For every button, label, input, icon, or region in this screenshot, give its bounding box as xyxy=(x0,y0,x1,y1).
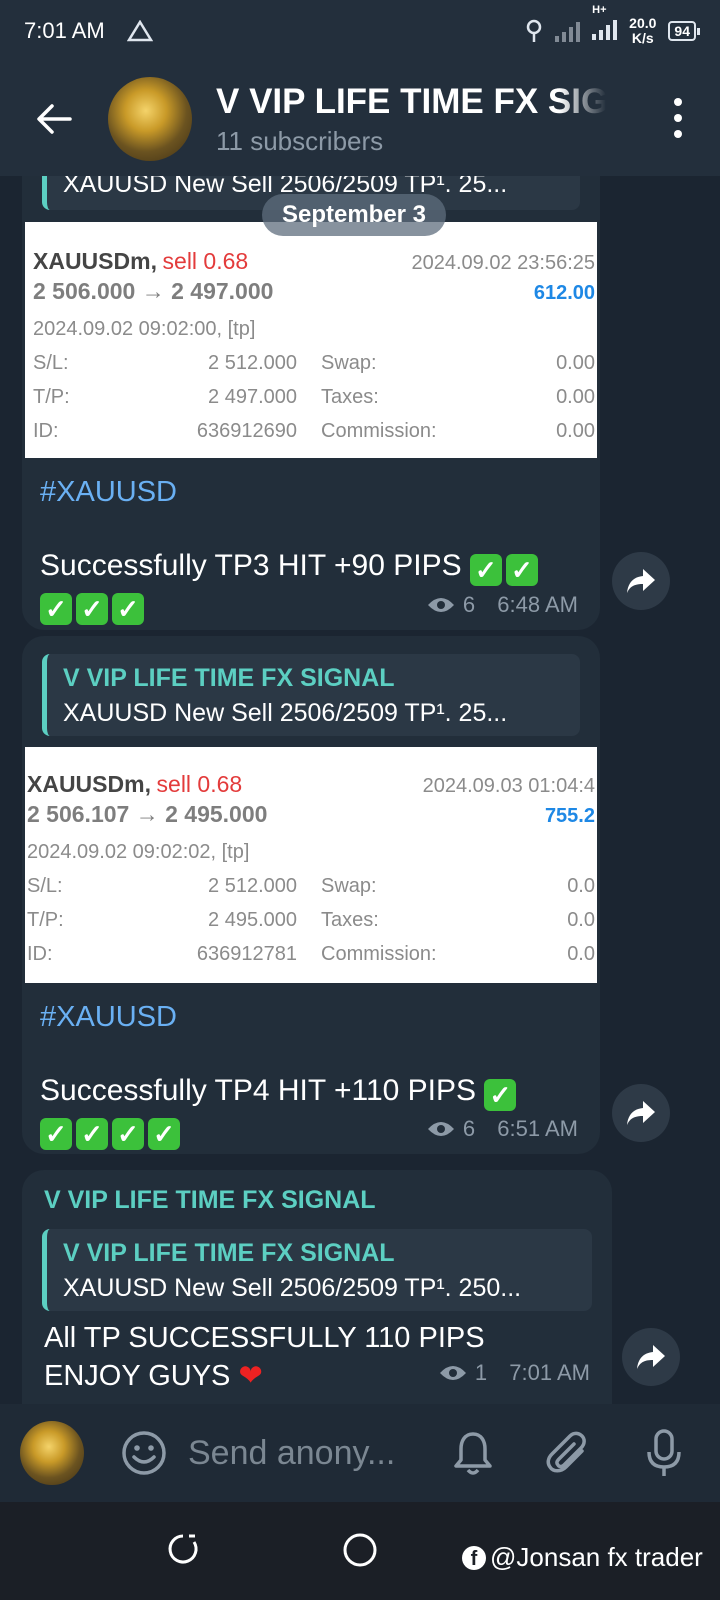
share-button[interactable] xyxy=(612,552,670,610)
mic-icon[interactable] xyxy=(644,1428,684,1478)
check-emoji: ✓ xyxy=(76,1118,108,1150)
message-meta: 6 6:51 AM xyxy=(427,1116,578,1142)
signal-h-icon: H+ xyxy=(592,4,618,45)
hashtag[interactable]: #XAUUSD xyxy=(22,458,600,509)
warning-triangle-icon xyxy=(126,20,153,42)
subscriber-count: 11 subscribers xyxy=(216,125,384,156)
eye-icon xyxy=(427,598,454,612)
message-input[interactable]: Send anony... xyxy=(188,1434,418,1473)
reply-quote[interactable]: V VIP LIFE TIME FX SIGNAL XAUUSD New Sel… xyxy=(42,1229,592,1311)
signal-icon xyxy=(555,20,581,42)
check-emoji: ✓ xyxy=(40,1118,72,1150)
attach-icon[interactable] xyxy=(546,1429,590,1477)
message-input-bar: Send anony... xyxy=(0,1404,720,1502)
eye-icon xyxy=(427,1122,454,1136)
check-emoji: ✓ xyxy=(469,554,502,586)
eye-icon xyxy=(439,1366,466,1380)
chat-header: V VIP LIFE TIME FX SIGNAL 11 subscribers xyxy=(0,62,720,176)
back-arrow-icon xyxy=(37,104,72,134)
watermark: f @Jonsan fx trader xyxy=(462,1542,703,1573)
share-button[interactable] xyxy=(622,1328,680,1386)
check-emoji: ✓ xyxy=(148,1118,180,1150)
message-bubble[interactable]: V VIP LIFE TIME FX SIGNAL XAUUSD New Sel… xyxy=(22,636,600,1154)
home-icon[interactable] xyxy=(342,1532,378,1568)
channel-avatar[interactable] xyxy=(108,77,192,161)
chat-area[interactable]: XAUUSD New Sell 2506/2509 TP¹. 25... XAU… xyxy=(0,176,720,1404)
share-icon xyxy=(627,569,655,593)
status-bar: 7:01 AM H+ 20.0 K/s 94 xyxy=(0,0,720,62)
share-button[interactable] xyxy=(612,1084,670,1142)
emoji-icon[interactable] xyxy=(120,1429,168,1477)
facebook-icon: f xyxy=(462,1545,486,1570)
date-divider: September 3 xyxy=(262,194,446,236)
message-meta: 1 7:01 AM xyxy=(439,1360,590,1386)
more-vert-icon[interactable] xyxy=(674,98,682,138)
share-icon xyxy=(637,1345,665,1369)
hashtag[interactable]: #XAUUSD xyxy=(22,983,600,1034)
message-bubble[interactable]: V VIP LIFE TIME FX SIGNAL V VIP LIFE TIM… xyxy=(22,1170,612,1404)
check-emoji: ✓ xyxy=(505,554,538,586)
check-emoji: ✓ xyxy=(112,1118,144,1150)
hotspot-icon xyxy=(526,19,542,42)
check-emoji: ✓ xyxy=(484,1079,517,1111)
message-bubble[interactable]: XAUUSD New Sell 2506/2509 TP¹. 25... XAU… xyxy=(22,176,600,630)
trade-screenshot[interactable]: XAUUSDm, sell 0.68 2024.09.03 01:04:4 2 … xyxy=(25,747,597,983)
net-speed: 20.0 K/s xyxy=(629,15,657,46)
reply-quote[interactable]: V VIP LIFE TIME FX SIGNAL XAUUSD New Sel… xyxy=(42,654,580,736)
share-icon xyxy=(627,1101,655,1125)
bell-icon[interactable] xyxy=(452,1429,494,1477)
status-time: 7:01 AM xyxy=(24,18,105,43)
battery-icon: 94 xyxy=(668,21,700,41)
channel-info[interactable]: V VIP LIFE TIME FX SIGNAL 11 subscribers xyxy=(216,82,606,157)
channel-title: V VIP LIFE TIME FX SIGNAL xyxy=(216,81,606,121)
trade-screenshot[interactable]: XAUUSDm, sell 0.68 2024.09.02 23:56:25 2… xyxy=(25,222,597,458)
check-emoji: ✓ xyxy=(76,593,108,625)
send-as-avatar[interactable] xyxy=(20,1421,84,1485)
message-meta: 6 6:48 AM xyxy=(427,592,578,618)
check-emoji: ✓ xyxy=(40,593,72,625)
back-button[interactable] xyxy=(0,62,108,176)
check-emoji: ✓ xyxy=(112,593,144,625)
recents-icon[interactable] xyxy=(166,1532,200,1566)
heart-emoji: ❤ xyxy=(238,1360,263,1392)
sender-name[interactable]: V VIP LIFE TIME FX SIGNAL xyxy=(22,1170,612,1215)
